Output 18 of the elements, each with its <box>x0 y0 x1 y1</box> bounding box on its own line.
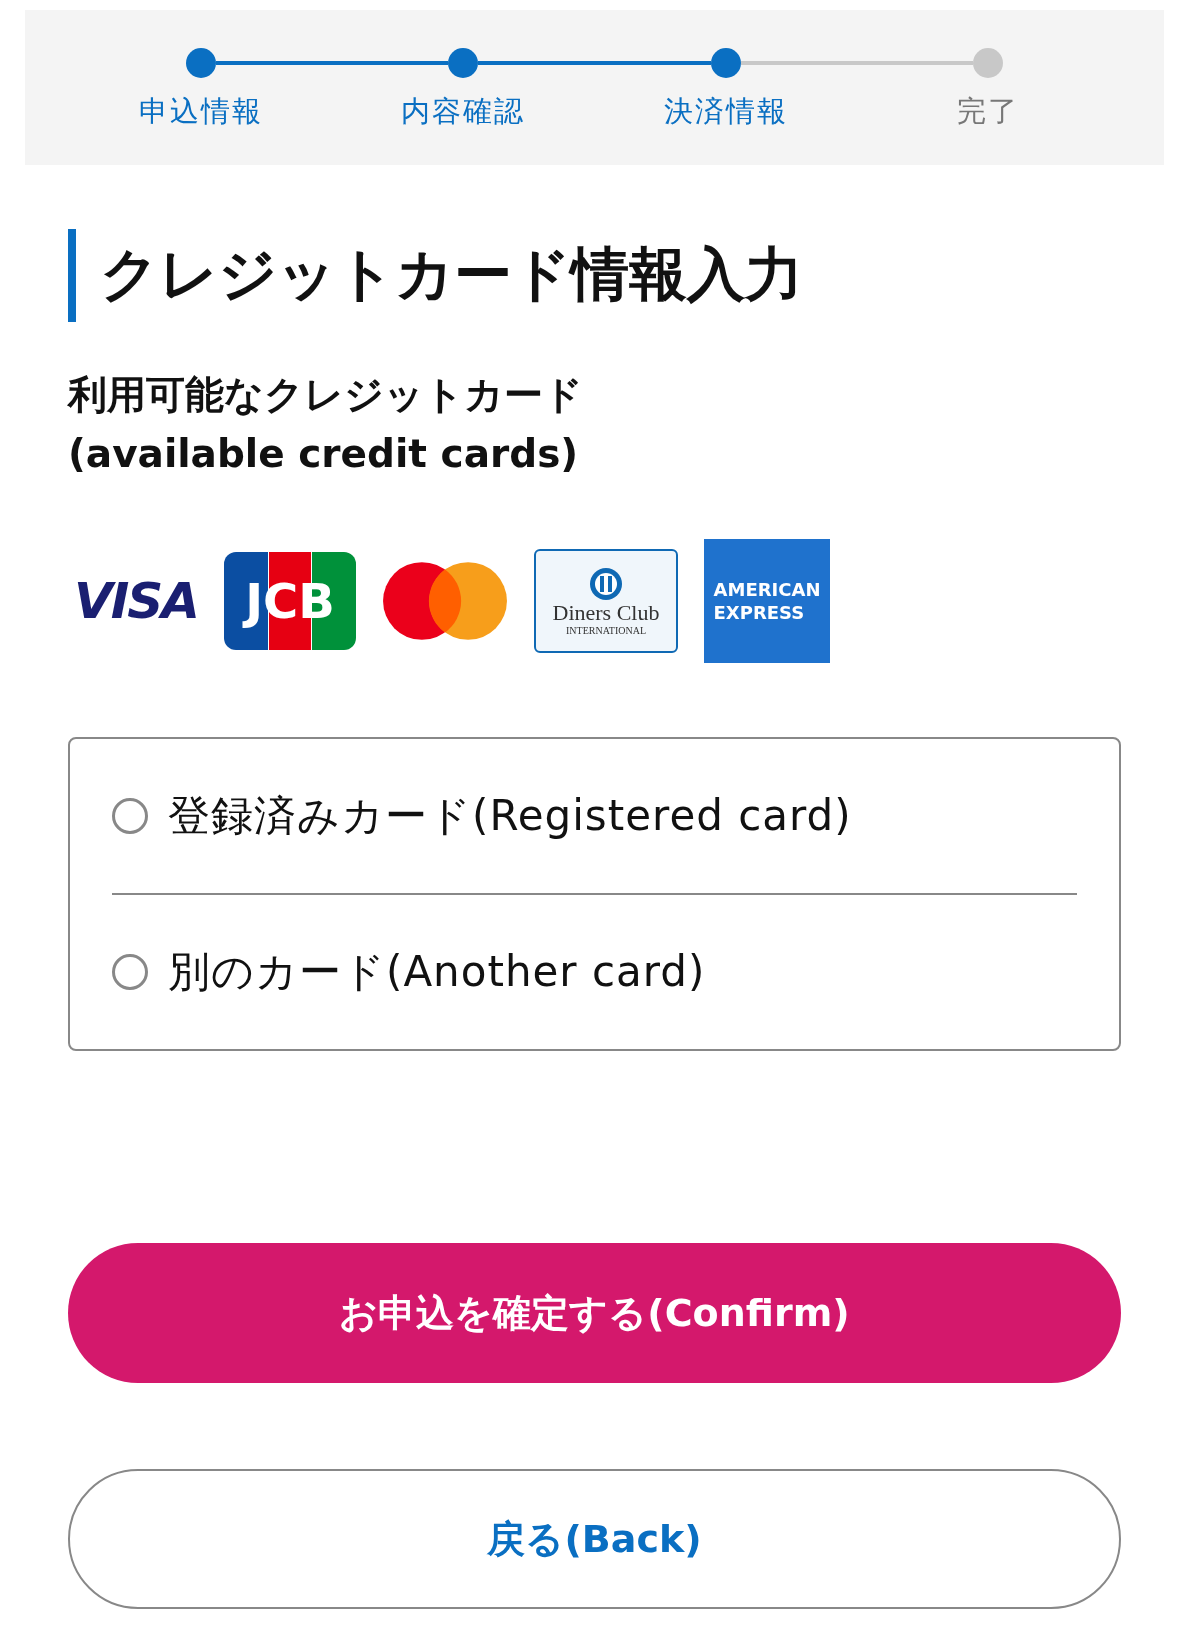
visa-logo: VISA <box>74 572 198 631</box>
section-heading: クレジットカード情報入力 <box>68 229 1121 323</box>
option-label[interactable]: 登録済みカード(Registered card) <box>168 788 852 845</box>
diners-text: Diners Club <box>552 600 660 625</box>
amex-logo: AMERICAN EXPRESS <box>704 539 830 664</box>
step-label: 完了 <box>956 93 1019 130</box>
jcb-logo: JCB <box>224 552 356 651</box>
diners-subtext: INTERNATIONAL <box>566 625 646 636</box>
back-button[interactable]: 戻る(Back) <box>68 1469 1121 1610</box>
option-label[interactable]: 別のカード(Another card) <box>168 944 706 1001</box>
step-label: 申込情報 <box>139 93 264 130</box>
available-cards-label: (available credit cards) <box>68 429 579 478</box>
confirm-button[interactable]: お申込を確定する(Confirm) <box>68 1243 1121 1384</box>
step-label: 内容確認 <box>401 93 526 130</box>
available-cards-label: 利用可能なクレジットカード <box>68 371 583 420</box>
radio-button[interactable] <box>112 798 148 835</box>
radio-button[interactable] <box>112 954 148 991</box>
step-label: 決済情報 <box>663 93 788 130</box>
